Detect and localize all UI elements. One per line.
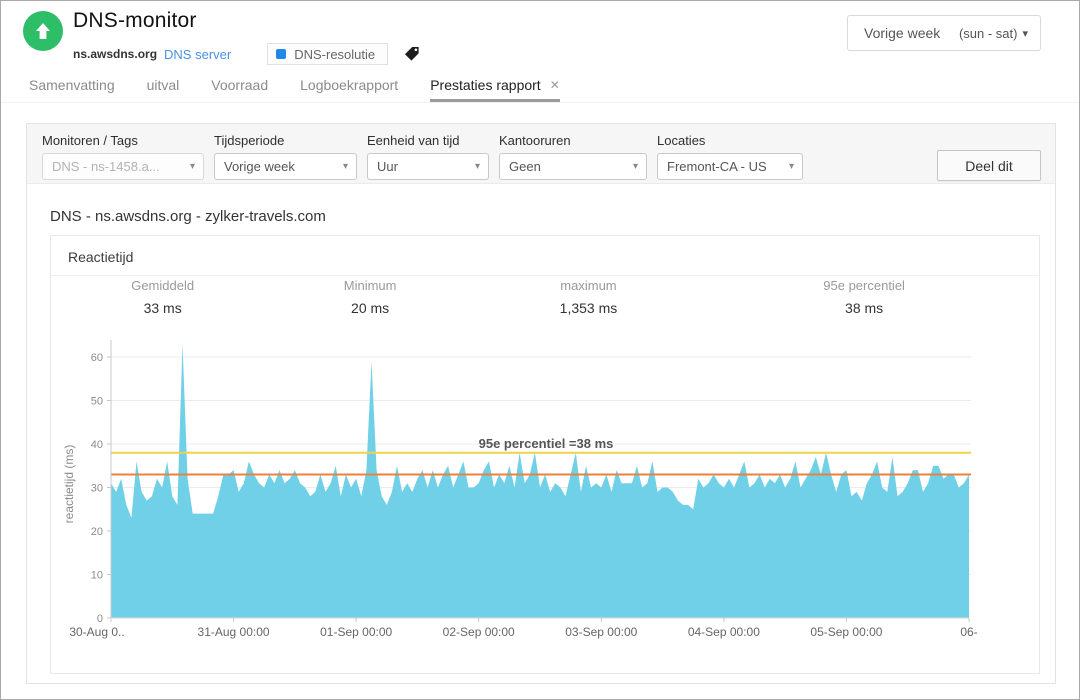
stats-row: Gemiddeld 33 ms Minimum 20 ms maximum 1,… [51,278,1039,324]
filter-bar: Monitoren / Tags DNS - ns-1458.a... ▾ Ti… [27,124,1055,184]
tag-icon[interactable] [404,46,420,62]
y-tick-label: 60 [91,352,103,364]
checkbox-icon [276,49,286,59]
filter-timeunit-label: Eenheid van tijd [367,133,489,148]
y-axis-title: reactietijd (ms) [62,445,76,524]
x-tick-label: 31-Aug 00:00 [198,625,270,639]
page-title: DNS-monitor [73,9,197,33]
timeunit-select[interactable]: Uur ▾ [367,153,489,180]
stat-percentile: 95e percentiel 38 ms [823,278,905,316]
status-up-icon [23,11,63,51]
chevron-down-icon: ▾ [190,161,195,172]
filter-timeperiod: Tijdsperiode Vorige week ▾ [214,133,357,180]
x-tick-label: 04-Sep 00:00 [688,625,760,639]
timeperiod-select-value: Vorige week [224,159,295,174]
stat-average-label: Gemiddeld [131,278,194,293]
up-arrow-icon [32,20,54,42]
y-tick-label: 20 [91,526,103,538]
monitor-type-link[interactable]: DNS server [164,47,231,62]
y-tick-label: 40 [91,439,103,451]
tab-bar: Samenvatting uitval Voorraad Logboekrapp… [1,73,1079,103]
stat-maximum: maximum 1,353 ms [560,278,618,316]
filter-monitors: Monitoren / Tags DNS - ns-1458.a... ▾ [42,133,204,180]
businesshours-select-value: Geen [509,159,541,174]
filter-monitors-label: Monitoren / Tags [42,133,204,148]
x-tick-label: 02-Sep 00:00 [443,625,515,639]
y-tick-label: 0 [97,613,103,625]
close-icon[interactable]: ✕ [550,78,560,92]
filter-businesshours: Kantooruren Geen ▾ [499,133,647,180]
stat-average-value: 33 ms [131,300,194,316]
stat-maximum-value: 1,353 ms [560,300,618,316]
dns-resolutie-chip[interactable]: DNS-resolutie [267,43,388,65]
stat-minimum-label: Minimum [344,278,397,293]
share-button[interactable]: Deel dit [937,150,1041,181]
chevron-down-icon: ▾ [343,161,348,172]
filter-businesshours-label: Kantooruren [499,133,647,148]
tab-prestaties-rapport[interactable]: Prestaties rapport ✕ [430,77,560,102]
stat-average: Gemiddeld 33 ms [131,278,194,316]
x-tick-label: 03-Sep 00:00 [565,625,637,639]
timeunit-select-value: Uur [377,159,398,174]
monitors-select-value: DNS - ns-1458.a... [52,159,160,174]
dns-monitor-page: DNS-monitor ns.awsdns.org DNS server DNS… [0,0,1080,700]
period-range: (sun - sat) [959,26,1018,41]
x-tick-label: 30-Aug 0.. [69,625,124,639]
stat-percentile-value: 38 ms [823,300,905,316]
timeperiod-select[interactable]: Vorige week ▾ [214,153,357,180]
y-tick-label: 50 [91,396,103,408]
stat-percentile-label: 95e percentiel [823,278,905,293]
filter-timeunit: Eenheid van tijd Uur ▾ [367,133,489,180]
locations-select[interactable]: Fremont-CA - US ▾ [657,153,803,180]
tab-samenvatting[interactable]: Samenvatting [29,77,115,102]
businesshours-select[interactable]: Geen ▾ [499,153,647,180]
area-series [111,344,969,618]
monitor-subheader: ns.awsdns.org DNS server DNS-resolutie [73,43,420,65]
stat-maximum-label: maximum [560,278,618,293]
tab-logboekrapport[interactable]: Logboekrapport [300,77,398,102]
filter-locations: Locaties Fremont-CA - US ▾ [657,133,803,180]
x-tick-label: 05-Sep 00:00 [810,625,882,639]
response-time-chart: 0 10 20 30 40 50 60 95e percentiel =38 ms 30-Aug… [51,324,1041,654]
monitors-select[interactable]: DNS - ns-1458.a... ▾ [42,153,204,180]
locations-select-value: Fremont-CA - US [667,159,767,174]
tab-prestaties-label: Prestaties rapport [430,77,541,93]
filter-locations-label: Locaties [657,133,803,148]
y-tick-label: 10 [91,570,103,582]
chevron-down-icon: ▾ [789,161,794,172]
card-title: Reactietijd [51,236,1039,276]
x-tick-label: 01-Sep 00:00 [320,625,392,639]
chevron-down-icon: ▾ [475,161,480,172]
chip-label: DNS-resolutie [294,47,375,62]
monitor-hostname: ns.awsdns.org [73,47,157,61]
response-time-card: Reactietijd Gemiddeld 33 ms Minimum 20 m… [50,235,1040,674]
tab-voorraad[interactable]: Voorraad [211,77,268,102]
percentile-annotation: 95e percentiel =38 ms [479,436,614,451]
header: DNS-monitor ns.awsdns.org DNS server DNS… [1,1,1079,73]
stat-minimum: Minimum 20 ms [344,278,397,316]
period-label: Vorige week [864,25,940,41]
report-container: Monitoren / Tags DNS - ns-1458.a... ▾ Ti… [26,123,1056,684]
filter-timeperiod-label: Tijdsperiode [214,133,357,148]
period-selector[interactable]: Vorige week (sun - sat) ▾ [847,15,1041,51]
x-tick-label: 06- [960,625,977,639]
tab-uitval[interactable]: uitval [147,77,180,102]
stat-minimum-value: 20 ms [344,300,397,316]
report-title: DNS - ns.awsdns.org - zylker-travels.com [50,208,326,225]
y-tick-label: 30 [91,483,103,495]
chevron-down-icon: ▾ [633,161,638,172]
chevron-down-icon: ▾ [1022,27,1028,40]
